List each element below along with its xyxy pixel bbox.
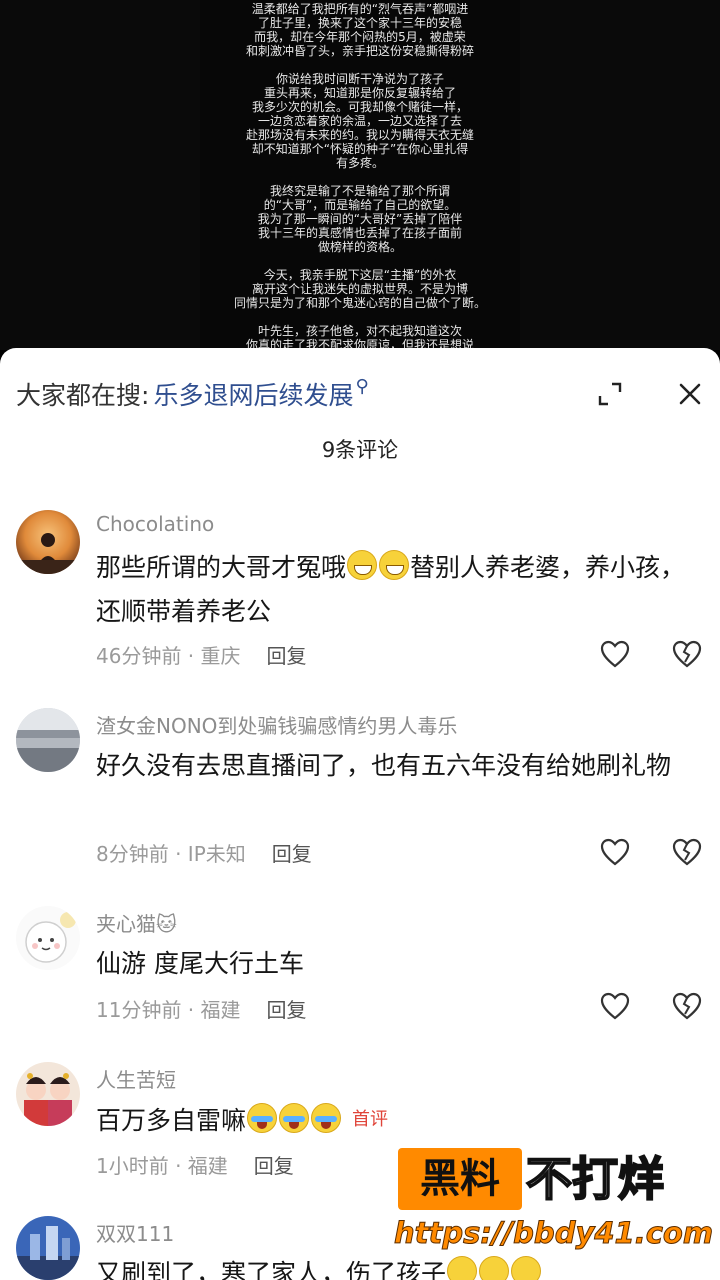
avatar[interactable] (16, 906, 80, 970)
expand-icon[interactable] (598, 382, 622, 406)
grin-emoji-icon (379, 550, 410, 580)
comment-meta: 1小时前 · 福建 回复 (96, 1150, 294, 1179)
comment-text-part: 百万多自雷嘛 (96, 1106, 247, 1135)
comment-text: 仙游 度尾大行土车 (96, 949, 304, 978)
comment-meta: 11分钟前 · 福建 回复 (96, 994, 307, 1023)
dislike-broken-heart-icon[interactable] (672, 640, 702, 668)
watermark: 黑料 不打烊 https://bbdy41.com (393, 1148, 714, 1268)
laugh-cry-emoji-icon (247, 1103, 278, 1133)
reply-button[interactable]: 回复 (267, 998, 307, 1022)
reply-button[interactable]: 回复 (254, 1154, 294, 1178)
grin-emoji-icon (347, 550, 378, 580)
like-heart-icon[interactable] (600, 838, 630, 866)
comment-meta: 8分钟前 · IP未知 回复 (96, 838, 312, 867)
avatar[interactable] (16, 708, 80, 772)
comment-text: 百万多自雷嘛 首评 (96, 1098, 696, 1143)
like-heart-icon[interactable] (600, 992, 630, 1020)
username[interactable]: 人生苦短 (96, 1064, 176, 1093)
comment-text-part: 那些所谓的大哥才冤哦 (96, 553, 347, 582)
close-icon[interactable] (676, 380, 704, 408)
search-icon: ⚲ (355, 375, 369, 397)
letter-paragraph: 温柔都给了我把所有的“烈气吞声”都咽进 了肚子里，换来了这个家十三年的安稳 而我… (245, 2, 474, 58)
username[interactable]: 夹心猫🐱 (96, 908, 177, 937)
username[interactable]: 双双111 (96, 1218, 174, 1247)
dislike-broken-heart-icon[interactable] (672, 838, 702, 866)
laugh-cry-emoji-icon (279, 1103, 310, 1133)
reply-button[interactable]: 回复 (267, 644, 307, 668)
dislike-broken-heart-icon[interactable] (672, 992, 702, 1020)
comment-time-location: 46分钟前 · 重庆 (96, 644, 241, 668)
username-text: 夹心猫 (96, 912, 156, 936)
username[interactable]: Chocolatino (96, 512, 214, 536)
comment-item: 夹心猫🐱 仙游 度尾大行土车 11分钟前 · 福建 回复 (0, 904, 720, 1054)
letter-paragraph: 我终究是输了不是输给了那个所谓 的“大哥”，而是输给了自己的欲望。 我为了那一瞬… (257, 184, 463, 254)
like-heart-icon[interactable] (600, 640, 630, 668)
laugh-cry-emoji-icon (311, 1103, 342, 1133)
letter-image: 温柔都给了我把所有的“烈气吞声”都咽进 了肚子里，换来了这个家十三年的安稳 而我… (200, 0, 520, 350)
search-prefix: 大家都在搜: (16, 381, 150, 410)
comment-text: 好久没有去思直播间了，也有五六年没有给她刷礼物 (96, 751, 672, 780)
reply-button[interactable]: 回复 (272, 842, 312, 866)
comment-count: 9条评论 (321, 438, 399, 462)
letter-paragraph: 叶先生，孩子他爸，对不起我知道这次 你真的走了我不配求你原谅，但我还是想说 谢谢… (245, 324, 474, 350)
watermark-url: https://bbdy41.com (393, 1216, 714, 1251)
username[interactable]: 渣女金NONO到处骗钱骗感情约男人毒乐 (96, 710, 457, 739)
comment-text: 那些所谓的大哥才冤哦 替别人养老婆，养小孩，还顺带着养老公 (96, 546, 696, 634)
avatar[interactable] (16, 510, 80, 574)
watermark-logo-box: 黑料 (398, 1148, 522, 1210)
comment-time-location: 1小时前 · 福建 (96, 1154, 228, 1178)
cat-emoji-icon: 🐱 (156, 912, 177, 936)
comment-time-location: 8分钟前 · IP未知 (96, 842, 246, 866)
avatar[interactable] (16, 1062, 80, 1126)
comment-item: 渣女金NONO到处骗钱骗感情约男人毒乐 好久没有去思直播间了，也有五六年没有给她… (0, 706, 720, 896)
first-comment-badge: 首评 (352, 1109, 389, 1130)
comment-meta: 46分钟前 · 重庆 回复 (96, 640, 307, 669)
comment-time-location: 11分钟前 · 福建 (96, 998, 241, 1022)
video-background[interactable]: 温柔都给了我把所有的“烈气吞声”都咽进 了肚子里，换来了这个家十三年的安稳 而我… (0, 0, 720, 350)
comment-sheet: 大家都在搜: 乐多退网后续发展 ⚲ 9条评论 Chocolatino 那些所谓的… (0, 348, 720, 1280)
watermark-slogan: 不打烊 (525, 1151, 665, 1207)
search-suggestion-link[interactable]: 乐多退网后续发展 (153, 376, 353, 412)
comment-item: Chocolatino 那些所谓的大哥才冤哦 替别人养老婆，养小孩，还顺带着养老公… (0, 508, 720, 698)
comment-text-part: 又刷到了，寒了家人，伤了孩子 (96, 1259, 447, 1280)
letter-paragraph: 今天，我亲手脱下这层“主播”的外衣 离开这个让我迷失的虚拟世界。不是为博 同情只… (233, 268, 486, 310)
letter-paragraph: 你说给我时间断干净说为了孩子 重头再来，知道那是你反复辗转给了 我多少次的机会。… (245, 72, 474, 170)
avatar[interactable] (16, 1216, 80, 1280)
